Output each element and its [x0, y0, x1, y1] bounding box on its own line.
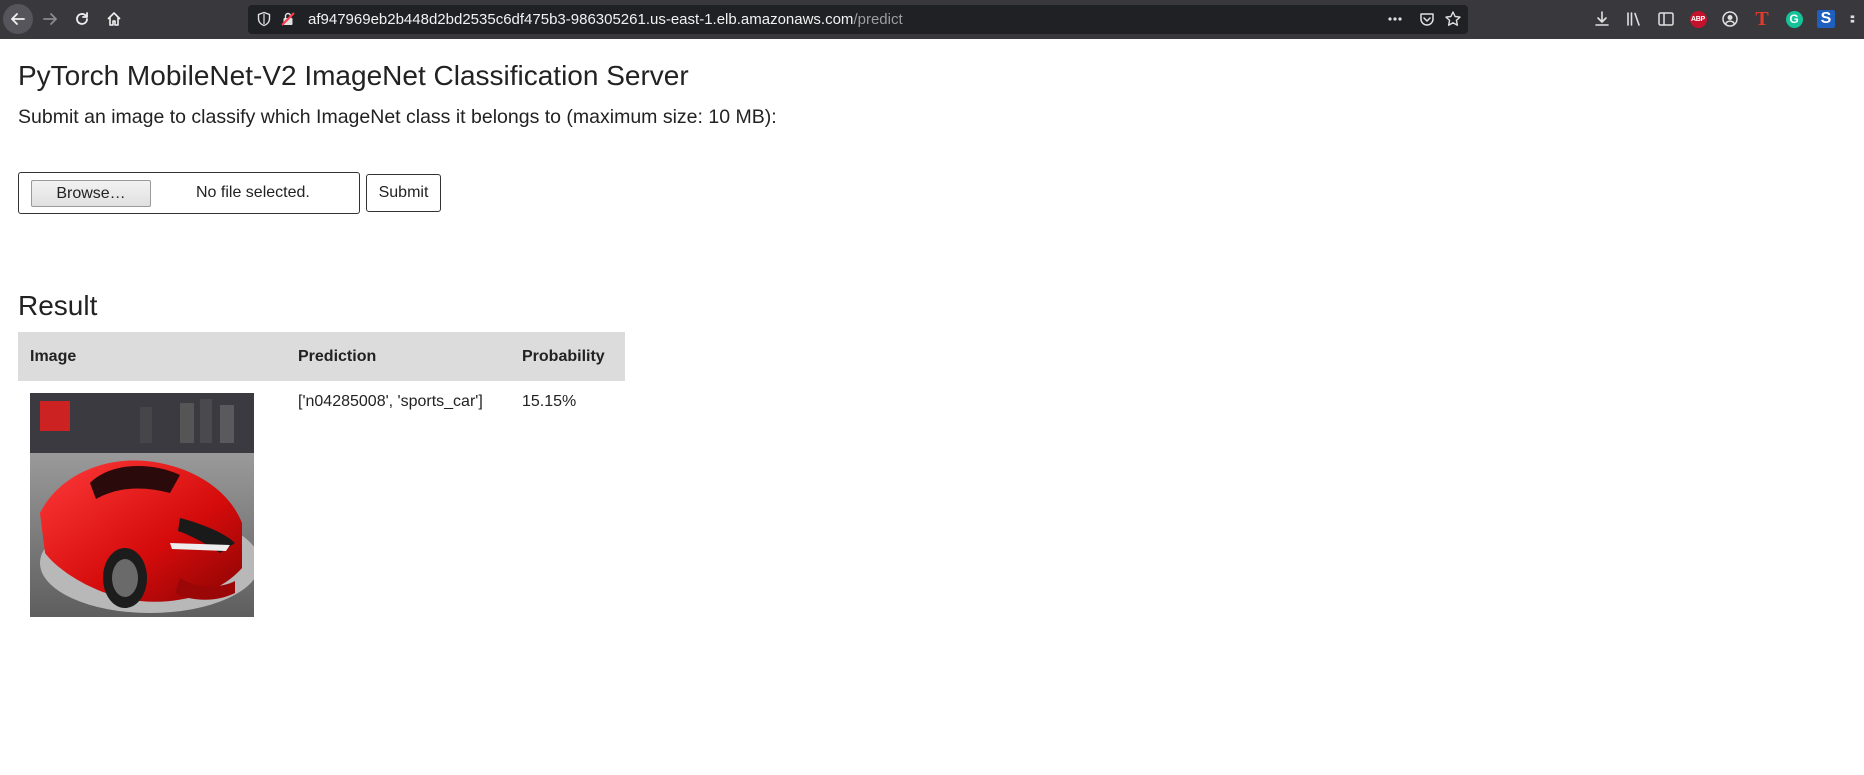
g-label: G	[1785, 10, 1803, 28]
reload-icon	[76, 12, 88, 25]
sidebar-icon[interactable]	[1656, 9, 1676, 29]
home-button[interactable]	[98, 3, 130, 35]
image-cell	[18, 381, 286, 617]
column-header-probability: Probability	[510, 332, 625, 381]
url-text[interactable]: af947969eb2b448d2bd2535c6df475b3-9863052…	[308, 11, 903, 28]
tracking-shield-icon[interactable]	[256, 11, 272, 32]
s-label: S	[1817, 10, 1835, 28]
home-icon	[107, 12, 121, 26]
sports-car-image	[30, 393, 254, 617]
bookmark-star-icon[interactable]	[1444, 10, 1462, 33]
result-heading: Result	[18, 290, 98, 321]
browse-button[interactable]: Browse…	[31, 180, 151, 207]
back-button[interactable]	[2, 3, 34, 35]
page-title: PyTorch MobileNet-V2 ImageNet Classifica…	[18, 60, 689, 91]
reload-button[interactable]	[66, 3, 98, 35]
adblock-plus-icon[interactable]: ABP	[1688, 9, 1708, 29]
intro-text: Submit an image to classify which ImageN…	[18, 106, 777, 128]
prediction-cell: ['n04285008', 'sports_car']	[298, 393, 483, 410]
t-extension-icon[interactable]: T	[1752, 9, 1772, 29]
url-host: af947969eb2b448d2bd2535c6df475b3-9863052…	[308, 11, 854, 28]
table-row: ['n04285008', 'sports_car'] 15.15%	[18, 381, 625, 617]
forward-button[interactable]	[34, 3, 66, 35]
account-icon[interactable]	[1720, 9, 1740, 29]
downloads-icon[interactable]	[1592, 9, 1612, 29]
pocket-icon[interactable]	[1418, 10, 1436, 33]
t-label: T	[1755, 8, 1769, 30]
table-header-row: Image Prediction Probability	[18, 332, 625, 381]
file-status-text: No file selected.	[196, 184, 310, 201]
overflow-menu-icon[interactable]	[1848, 9, 1864, 29]
column-header-prediction: Prediction	[286, 332, 510, 381]
abp-label: ABP	[1689, 10, 1707, 28]
s-extension-icon[interactable]: S	[1816, 9, 1836, 29]
library-icon[interactable]	[1624, 9, 1644, 29]
browser-toolbar: af947969eb2b448d2bd2535c6df475b3-9863052…	[0, 0, 1864, 39]
insecure-lock-icon[interactable]	[280, 11, 296, 32]
column-header-image: Image	[18, 332, 286, 381]
arrow-right-icon	[43, 13, 57, 25]
submit-button[interactable]: Submit	[366, 174, 441, 212]
page-actions-more-icon[interactable]	[1386, 10, 1404, 33]
arrow-left-icon	[11, 13, 25, 25]
probability-cell: 15.15%	[522, 393, 577, 410]
file-input[interactable]: Browse… No file selected.	[18, 172, 360, 214]
url-path: /predict	[853, 11, 903, 28]
address-bar[interactable]: af947969eb2b448d2bd2535c6df475b3-9863052…	[248, 5, 1468, 34]
grammarly-icon[interactable]: G	[1784, 9, 1804, 29]
result-table: Image Prediction Probability ['n04285008…	[18, 332, 625, 617]
